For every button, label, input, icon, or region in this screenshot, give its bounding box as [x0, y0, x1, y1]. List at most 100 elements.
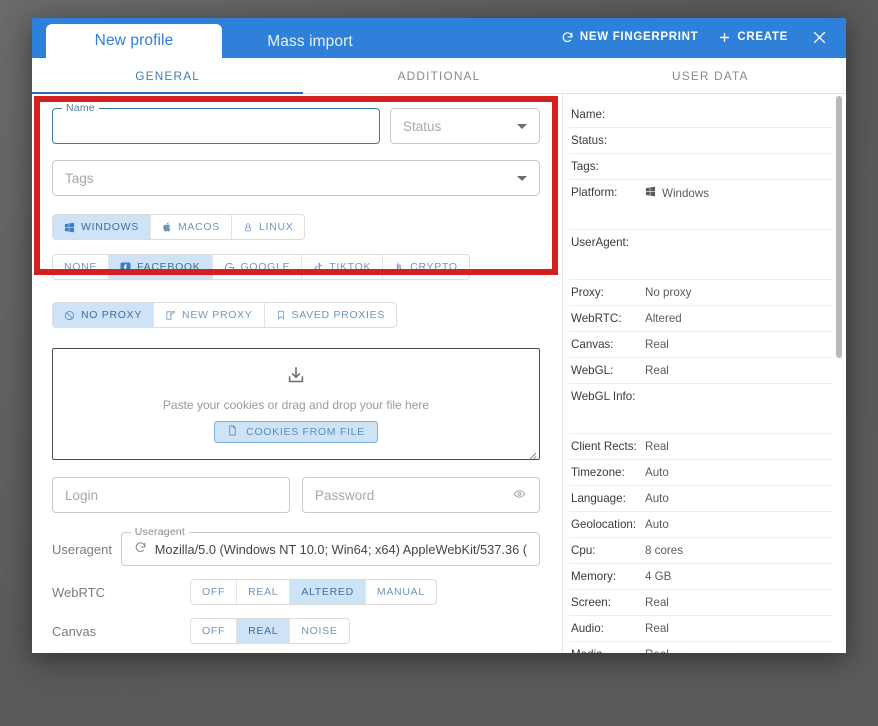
- dropzone-resize-handle[interactable]: [527, 447, 537, 460]
- os-chip-macos[interactable]: MACOS: [151, 215, 232, 239]
- proxy-chip-new-proxy[interactable]: NEW PROXY: [154, 303, 265, 327]
- summary-value: Real: [645, 440, 669, 453]
- summary-key: WebGL:: [571, 364, 614, 377]
- name-field-label: Name: [62, 102, 99, 114]
- summary-value-text: 4 GB: [645, 570, 672, 583]
- cookies-dropzone[interactable]: Paste your cookies or drag and drop your…: [52, 348, 540, 460]
- useragent-value: Mozilla/5.0 (Windows NT 10.0; Win64; x64…: [154, 541, 527, 557]
- summary-value: Real: [645, 596, 669, 609]
- tab-additional[interactable]: ADDITIONAL: [303, 58, 574, 93]
- create-label: CREATE: [737, 31, 788, 43]
- proxy-chip-new-proxy-label: NEW PROXY: [182, 309, 253, 321]
- webrtc-option-altered[interactable]: ALTERED: [290, 580, 366, 604]
- summary-key: Memory:: [571, 570, 617, 583]
- webrtc-option-manual[interactable]: MANUAL: [366, 580, 436, 604]
- svg-text:B: B: [396, 263, 402, 272]
- summary-value-text: Real: [645, 364, 669, 377]
- eye-icon[interactable]: [512, 488, 527, 503]
- summary-key: Proxy:: [571, 286, 604, 299]
- summary-value-text: Real: [645, 338, 669, 351]
- summary-list: Name: Status: Tags: Platform: Windows UserAge…: [569, 102, 832, 653]
- new-fingerprint-label: NEW FINGERPRINT: [579, 31, 699, 43]
- tab-user-data[interactable]: USER DATA: [575, 58, 846, 93]
- canvas-option-off[interactable]: OFF: [191, 619, 238, 643]
- summary-value-text: Altered: [645, 312, 682, 325]
- summary-row: Client Rects: Real: [569, 434, 832, 460]
- summary-row: Canvas: Real: [569, 332, 832, 358]
- purpose-chip-none-label: NONE: [64, 261, 98, 273]
- window-tab-new-profile-label: New profile: [94, 32, 174, 49]
- summary-key: UserAgent:: [571, 236, 629, 249]
- os-chip-group: WINDOWS MACOS LINUX: [52, 214, 306, 240]
- summary-scrollbar-thumb[interactable]: [836, 96, 842, 358]
- name-status-row: Name Status: [52, 102, 540, 144]
- summary-value: 8 cores: [645, 544, 683, 557]
- summary-row: Geolocation: Auto: [569, 512, 832, 538]
- bookmark-icon: [276, 309, 286, 321]
- webrtc-option-real[interactable]: REAL: [237, 580, 291, 604]
- summary-value-text: No proxy: [645, 286, 692, 299]
- summary-row: Timezone: Auto: [569, 460, 832, 486]
- create-button[interactable]: CREATE: [718, 31, 788, 44]
- dialog-body: Name Status Tags WINDOWS MACOS LINUX NON…: [32, 94, 846, 653]
- summary-value-text: Windows: [662, 186, 710, 200]
- window-tab-mass-import[interactable]: Mass import: [222, 26, 398, 58]
- no-proxy-icon: [64, 310, 75, 321]
- password-input[interactable]: Password: [302, 477, 540, 513]
- canvas-label: Canvas: [52, 623, 97, 639]
- canvas-option-noise[interactable]: NOISE: [290, 619, 348, 643]
- os-chip-windows[interactable]: WINDOWS: [53, 215, 151, 239]
- useragent-input[interactable]: Useragent Mozilla/5.0 (Windows NT 10.0; …: [120, 526, 540, 566]
- summary-row: Language: Auto: [569, 486, 832, 512]
- os-chip-windows-label: WINDOWS: [81, 221, 139, 233]
- bitcoin-icon: B: [394, 261, 404, 273]
- purpose-chip-tiktok[interactable]: TIKTOK: [302, 255, 384, 279]
- cookies-from-file-button[interactable]: COOKIES FROM FILE: [214, 421, 378, 443]
- useragent-field-label: Useragent: [130, 526, 190, 538]
- summary-key: Timezone:: [571, 466, 625, 479]
- purpose-chip-crypto[interactable]: B CRYPTO: [383, 255, 469, 279]
- tab-general[interactable]: GENERAL: [32, 58, 304, 94]
- proxy-chip-no-proxy[interactable]: NO PROXY: [53, 303, 155, 327]
- webrtc-row: WebRTC OFF REAL ALTERED MANUAL: [52, 579, 540, 605]
- summary-value: 4 GB: [645, 570, 671, 583]
- summary-key: Cpu:: [571, 544, 596, 557]
- status-select[interactable]: Status: [390, 108, 540, 144]
- summary-key: Tags:: [571, 160, 599, 173]
- summary-row: Name:: [569, 102, 832, 128]
- tags-select[interactable]: Tags: [52, 160, 540, 196]
- summary-row: WebGL: Real: [569, 358, 832, 384]
- close-icon[interactable]: [808, 26, 830, 48]
- summary-value: Real: [645, 338, 669, 351]
- webrtc-option-off[interactable]: OFF: [191, 580, 238, 604]
- summary-key: Name:: [571, 108, 606, 121]
- purpose-chip-google[interactable]: GOOGLE: [213, 255, 303, 279]
- name-input[interactable]: Name: [52, 102, 380, 144]
- os-chip-linux[interactable]: LINUX: [232, 215, 304, 239]
- summary-row: Media devices:Real: [569, 642, 832, 653]
- window-tab-new-profile[interactable]: New profile: [46, 24, 222, 58]
- chevron-down-icon: [517, 175, 527, 181]
- summary-row: UserAgent:: [569, 230, 832, 280]
- summary-row: WebGL Info:: [569, 384, 832, 434]
- purpose-chip-facebook[interactable]: FACEBOOK: [109, 255, 213, 279]
- edit-icon: [165, 310, 176, 321]
- canvas-option-real[interactable]: REAL: [237, 619, 291, 643]
- summary-scrollbar[interactable]: [836, 96, 842, 648]
- purpose-chip-none[interactable]: NONE: [53, 255, 110, 279]
- canvas-option-off-label: OFF: [202, 625, 226, 637]
- summary-key: Media devices:: [569, 648, 645, 653]
- summary-row: Proxy: No proxy: [569, 280, 832, 306]
- proxy-chip-saved-proxies[interactable]: SAVED PROXIES: [265, 303, 397, 327]
- summary-key: Screen:: [571, 596, 611, 609]
- apple-icon: [162, 221, 172, 233]
- new-fingerprint-button[interactable]: NEW FINGERPRINT: [561, 31, 698, 44]
- summary-value: Real: [645, 622, 669, 635]
- refresh-icon[interactable]: [134, 541, 147, 557]
- login-input[interactable]: Login: [52, 477, 290, 513]
- os-selector-row: WINDOWS MACOS LINUX: [52, 214, 540, 240]
- summary-value-text: 8 cores: [645, 544, 684, 557]
- status-placeholder: Status: [403, 118, 442, 134]
- summary-row: WebRTC: Altered: [569, 306, 832, 332]
- summary-value: No proxy: [645, 286, 691, 299]
